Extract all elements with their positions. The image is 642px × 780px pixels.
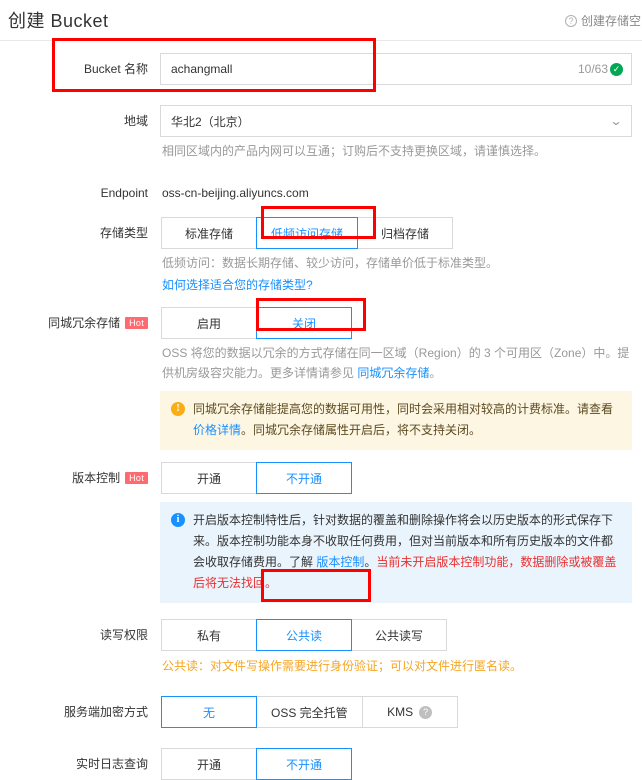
versioning-button-group: 开通 不开通 <box>160 462 640 494</box>
versioning-row: 版本控制 Hot 开通 不开通 i 开启版本控制特性后，针对数据的覆盖和删除操作… <box>0 462 642 603</box>
page-header: 创建 Bucket ? 创建存储空间 <box>0 0 642 40</box>
check-circle-icon: ✓ <box>610 62 623 76</box>
acl-private[interactable]: 私有 <box>161 619 257 651</box>
zone-redundancy-button-group: 启用 关闭 <box>160 307 640 339</box>
question-circle-icon: ? <box>565 14 577 27</box>
versioning-alert-part2: 。 <box>364 555 377 569</box>
region-label: 地域 <box>123 114 148 128</box>
versioning-label: 版本控制 Hot <box>0 462 160 494</box>
storage-class-help-link[interactable]: 如何选择适合您的存储类型? <box>162 278 313 292</box>
acl-public-read[interactable]: 公共读 <box>256 619 352 651</box>
storage-class-archive[interactable]: 归档存储 <box>357 217 454 249</box>
endpoint-label: Endpoint <box>100 186 148 200</box>
cutoff-hint-text <box>163 742 633 747</box>
zone-redundancy-row: 同城冗余存储 Hot 启用 关闭 OSS 将您的数据以冗余的方式存储在同一区域（… <box>0 307 642 450</box>
sse-kms-label: KMS <box>387 705 414 719</box>
endpoint-row: Endpoint oss-cn-beijing.aliyuncs.com <box>0 177 642 209</box>
zone-redundancy-alert: ! 同城冗余存储能提高您的数据可用性，同时会采用相对较高的计费标准。请查看 价格… <box>160 391 632 450</box>
zone-redundancy-alert-link[interactable]: 价格详情 <box>193 423 241 437</box>
zone-redundancy-hint: OSS 将您的数据以冗余的方式存储在同一区域（Region）的 3 个可用区（Z… <box>160 339 632 383</box>
region-hint: 相同区域内的产品内网可以互通；订购后不支持更换区域，请谨慎选择。 <box>162 144 547 158</box>
realtime-log-row: 实时日志查询 开通 不开通 <box>0 748 642 780</box>
versioning-alert-link[interactable]: 版本控制 <box>316 555 364 569</box>
bucket-name-row: Bucket 名称 achangmall 10/63 ✓ <box>0 53 642 85</box>
sse-none[interactable]: 无 <box>161 696 257 728</box>
acl-label: 读写权限 <box>99 628 148 642</box>
sse-button-group: 无 OSS 完全托管 KMS ? <box>160 696 640 728</box>
hot-badge: Hot <box>125 472 148 484</box>
realtime-log-enable[interactable]: 开通 <box>161 748 257 780</box>
versioning-enable[interactable]: 开通 <box>161 462 257 494</box>
storage-class-label: 存储类型 <box>99 226 148 240</box>
region-value: 华北2（北京） <box>171 114 250 129</box>
endpoint-value: oss-cn-beijing.aliyuncs.com <box>162 186 309 200</box>
acl-row: 读写权限 私有 公共读 公共读写 公共读：对文件写操作需要进行身份验证；可以对文… <box>0 619 642 676</box>
sse-label: 服务端加密方式 <box>63 705 148 719</box>
header-help-label: 创建存储空间 <box>581 14 642 28</box>
sse-oss-managed[interactable]: OSS 完全托管 <box>256 696 363 728</box>
zone-redundancy-hint-part2: 。 <box>429 366 442 380</box>
versioning-disable[interactable]: 不开通 <box>256 462 352 494</box>
question-circle-icon[interactable]: ? <box>419 705 433 719</box>
sse-kms[interactable]: KMS ? <box>361 696 458 728</box>
realtime-log-label: 实时日志查询 <box>75 757 148 771</box>
header-help-link[interactable]: ? 创建存储空间 <box>565 12 642 29</box>
sse-row: 服务端加密方式 无 OSS 完全托管 KMS ? <box>0 696 642 728</box>
acl-public-read-write[interactable]: 公共读写 <box>351 619 447 651</box>
acl-button-group: 私有 公共读 公共读写 <box>160 619 640 651</box>
page-title: 创建 Bucket <box>8 11 109 31</box>
realtime-log-disable[interactable]: 不开通 <box>256 748 352 780</box>
versioning-alert: i 开启版本控制特性后，针对数据的覆盖和删除操作将会以历史版本的形式保存下来。版… <box>160 502 632 603</box>
zone-redundancy-alert-part2: 。同城冗余存储属性开启后，将不支持关闭。 <box>241 423 482 437</box>
bucket-name-counter: 10/63 <box>577 62 608 76</box>
chevron-down-icon: ⌄ <box>609 114 623 128</box>
storage-class-hint: 低频访问：数据长期存储、较少访问，存储单价低于标准类型。 <box>162 256 499 270</box>
acl-hint: 公共读：对文件写操作需要进行身份验证；可以对文件进行匿名读。 <box>162 659 523 673</box>
storage-class-row: 存储类型 标准存储 低频访问存储 归档存储 低频访问：数据长期存储、较少访问，存… <box>0 217 642 295</box>
storage-class-low-frequency[interactable]: 低频访问存储 <box>256 217 359 249</box>
region-select[interactable]: 华北2（北京） ⌄ <box>160 105 632 137</box>
warning-icon: ! <box>171 402 185 416</box>
bucket-name-input[interactable]: achangmall 10/63 ✓ <box>160 53 632 85</box>
bucket-name-value: achangmall <box>171 62 233 76</box>
zone-redundancy-label: 同城冗余存储 Hot <box>0 307 160 339</box>
zone-redundancy-off[interactable]: 关闭 <box>256 307 352 339</box>
realtime-log-button-group: 开通 不开通 <box>160 748 640 780</box>
storage-class-button-group: 标准存储 低频访问存储 归档存储 <box>160 217 640 249</box>
region-row: 地域 华北2（北京） ⌄ 相同区域内的产品内网可以互通；订购后不支持更换区域，请… <box>0 105 642 161</box>
zone-redundancy-hint-link[interactable]: 同城冗余存储 <box>357 366 429 380</box>
zone-redundancy-alert-part1: 同城冗余存储能提高您的数据可用性，同时会采用相对较高的计费标准。请查看 <box>193 402 614 416</box>
zone-redundancy-on[interactable]: 启用 <box>161 307 257 339</box>
storage-class-standard[interactable]: 标准存储 <box>161 217 257 249</box>
hot-badge: Hot <box>125 317 148 329</box>
bucket-name-label: Bucket 名称 <box>83 62 148 76</box>
create-bucket-form: Bucket 名称 achangmall 10/63 ✓ 地域 华北2（北京） … <box>0 41 642 780</box>
info-icon: i <box>171 513 185 527</box>
